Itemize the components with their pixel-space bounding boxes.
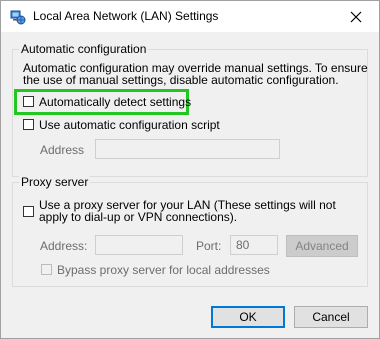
bypass-local-checkbox[interactable]: [41, 264, 52, 275]
cancel-button[interactable]: Cancel: [294, 306, 368, 328]
use-script-checkbox[interactable]: [23, 119, 34, 130]
auto-detect-checkbox[interactable]: [23, 96, 34, 107]
ok-button[interactable]: OK: [211, 306, 285, 328]
use-proxy-label[interactable]: Use a proxy server for your LAN (These s…: [39, 199, 364, 223]
auto-detect-label[interactable]: Automatically detect settings: [39, 95, 191, 109]
use-proxy-checkbox[interactable]: [23, 206, 34, 217]
title-bar[interactable]: Local Area Network (LAN) Settings: [1, 1, 379, 32]
proxy-port-label: Port:: [196, 239, 222, 253]
proxy-port-input[interactable]: 80: [230, 235, 278, 255]
bypass-local-label[interactable]: Bypass proxy server for local addresses: [57, 263, 270, 277]
script-address-label: Address: [40, 143, 85, 157]
automatic-configuration-label: Automatic configuration: [19, 42, 149, 56]
proxy-address-label: Address:: [40, 239, 88, 253]
window-title: Local Area Network (LAN) Settings: [33, 9, 219, 23]
advanced-button[interactable]: Advanced: [286, 235, 358, 257]
proxy-address-input[interactable]: [95, 235, 183, 255]
script-address-input[interactable]: [95, 139, 280, 159]
use-script-label[interactable]: Use automatic configuration script: [39, 118, 220, 132]
automatic-configuration-description: Automatic configuration may override man…: [23, 61, 368, 87]
close-icon[interactable]: [333, 1, 379, 32]
network-settings-icon: [10, 9, 26, 25]
lan-settings-dialog: Local Area Network (LAN) Settings Automa…: [0, 0, 380, 339]
proxy-server-label: Proxy server: [19, 175, 91, 189]
